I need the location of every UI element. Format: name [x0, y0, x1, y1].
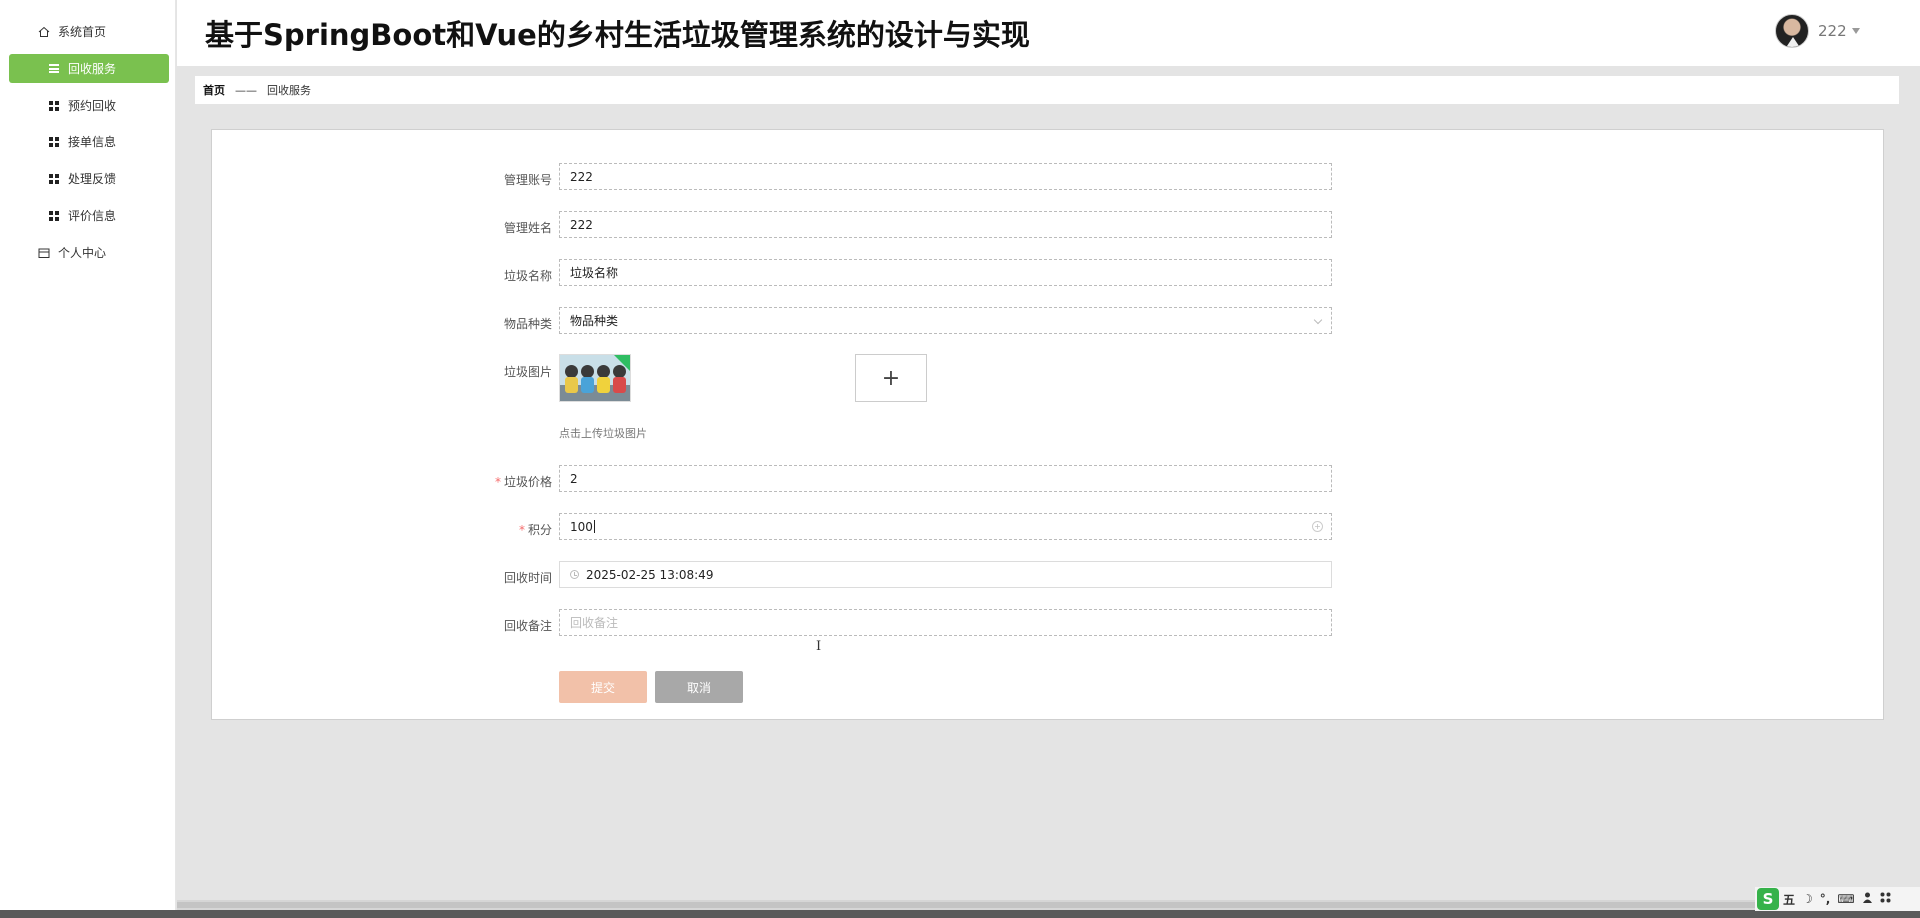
user-name: 222 — [1818, 22, 1847, 40]
sidebar-item-home[interactable]: 系统首页 — [9, 17, 169, 46]
sidebar-item-label: 系统首页 — [58, 25, 107, 39]
user-menu[interactable]: 222 — [1775, 14, 1860, 48]
remark-label: 回收备注 — [503, 619, 552, 633]
sidebar-item-label: 回收服务 — [68, 62, 117, 76]
garbage-name-field[interactable]: 垃圾名称 — [559, 259, 1332, 286]
image-label: 垃圾图片 — [503, 365, 552, 379]
remark-field[interactable]: 回收备注 — [559, 609, 1332, 636]
grid-icon — [46, 99, 62, 113]
breadcrumb-home[interactable]: 首页 — [203, 82, 225, 98]
sidebar-item-label: 个人中心 — [58, 246, 107, 260]
price-field[interactable]: 2 — [559, 465, 1332, 492]
price-label: * 垃圾价格 — [452, 473, 552, 490]
app-title: 基于SpringBoot和Vue的乡村生活垃圾管理系统的设计与实现 — [205, 18, 1030, 52]
moon-icon[interactable]: ☽ — [1802, 892, 1813, 906]
points-value: 100 — [570, 519, 593, 534]
name-label: 管理姓名 — [503, 221, 552, 235]
account-label: 管理账号 — [503, 173, 552, 187]
breadcrumb-separator: —— — [235, 83, 257, 97]
account-value: 222 — [570, 169, 593, 184]
remark-placeholder: 回收备注 — [570, 616, 619, 630]
sidebar-item-orders[interactable]: 接单信息 — [9, 127, 169, 156]
category-value: 物品种类 — [570, 314, 619, 328]
account-field[interactable]: 222 — [559, 163, 1332, 190]
avatar — [1775, 14, 1809, 48]
text-cursor-icon: I — [816, 639, 822, 654]
recycle-time-label: 回收时间 — [503, 571, 552, 585]
sidebar-item-label: 接单信息 — [68, 135, 117, 149]
sidebar-item-label: 预约回收 — [68, 99, 117, 113]
ime-toolbar[interactable]: S 五 ☽ °, ⌨ — [1755, 887, 1920, 911]
garbage-name-label: 垃圾名称 — [503, 269, 552, 283]
upload-tip: 点击上传垃圾图片 — [559, 427, 647, 440]
upload-image-button[interactable]: + — [855, 354, 927, 402]
chevron-down-icon — [1851, 28, 1860, 34]
submit-button[interactable]: 提交 — [559, 671, 647, 703]
breadcrumb-current: 回收服务 — [267, 84, 311, 97]
sidebar-item-profile[interactable]: 个人中心 — [9, 238, 169, 267]
sidebar-item-reviews[interactable]: 评价信息 — [9, 201, 169, 230]
category-label: 物品种类 — [503, 317, 552, 331]
grid-icon — [46, 172, 62, 186]
apps-icon[interactable] — [1880, 892, 1891, 906]
ime-mode[interactable]: 五 — [1783, 891, 1795, 908]
sidebar-item-booking[interactable]: 预约回收 — [9, 91, 169, 120]
sidebar-item-label: 评价信息 — [68, 209, 117, 223]
price-label-text: 垃圾价格 — [503, 475, 552, 489]
grid-icon — [46, 135, 62, 149]
user-center-icon — [36, 246, 52, 260]
required-mark: * — [518, 523, 525, 537]
home-icon — [36, 25, 52, 39]
punctuation-icon[interactable]: °, — [1820, 892, 1831, 906]
list-icon — [46, 62, 62, 76]
clock-icon — [570, 570, 579, 579]
breadcrumb: 首页 —— 回收服务 — [195, 76, 1899, 104]
horizontal-scrollbar[interactable] — [177, 900, 1920, 910]
name-field[interactable]: 222 — [559, 211, 1332, 238]
user-icon[interactable] — [1862, 892, 1873, 906]
points-label-text: 积分 — [527, 523, 552, 537]
scrollbar-thumb[interactable] — [177, 902, 1897, 908]
sidebar-item-feedback[interactable]: 处理反馈 — [9, 164, 169, 193]
sidebar-item-label: 处理反馈 — [68, 172, 117, 186]
grid-icon — [46, 209, 62, 223]
plus-icon: + — [881, 365, 901, 391]
cancel-button[interactable]: 取消 — [655, 671, 743, 703]
price-value: 2 — [570, 471, 578, 486]
chevron-down-icon — [1313, 315, 1323, 325]
name-value: 222 — [570, 217, 593, 232]
recycle-time-picker[interactable]: 2025-02-25 13:08:49 — [559, 561, 1332, 588]
keyboard-icon[interactable]: ⌨ — [1837, 892, 1854, 906]
garbage-image-thumbnail[interactable] — [559, 354, 631, 402]
window-bottom-edge — [0, 910, 1920, 918]
garbage-name-value: 垃圾名称 — [570, 266, 619, 280]
points-label: * 积分 — [452, 521, 552, 538]
recycle-time-value: 2025-02-25 13:08:49 — [586, 567, 714, 582]
sidebar-item-recycle-service[interactable]: 回收服务 — [9, 54, 169, 83]
top-header: 基于SpringBoot和Vue的乡村生活垃圾管理系统的设计与实现 222 — [177, 0, 1920, 66]
ime-logo-icon[interactable]: S — [1757, 888, 1779, 910]
text-caret — [593, 520, 595, 533]
plus-circle-icon[interactable]: + — [1312, 521, 1323, 532]
sidebar: 系统首页 回收服务 预约回收 接单信息 处理反馈 评价信息 个人中心 — [0, 0, 176, 918]
form-panel: 管理账号 222 管理姓名 222 垃圾名称 垃圾名称 物品种类 物品种类 垃圾… — [211, 129, 1884, 720]
required-mark: * — [494, 475, 501, 489]
points-field[interactable]: 100 + — [559, 513, 1332, 540]
category-select[interactable]: 物品种类 — [559, 307, 1332, 334]
